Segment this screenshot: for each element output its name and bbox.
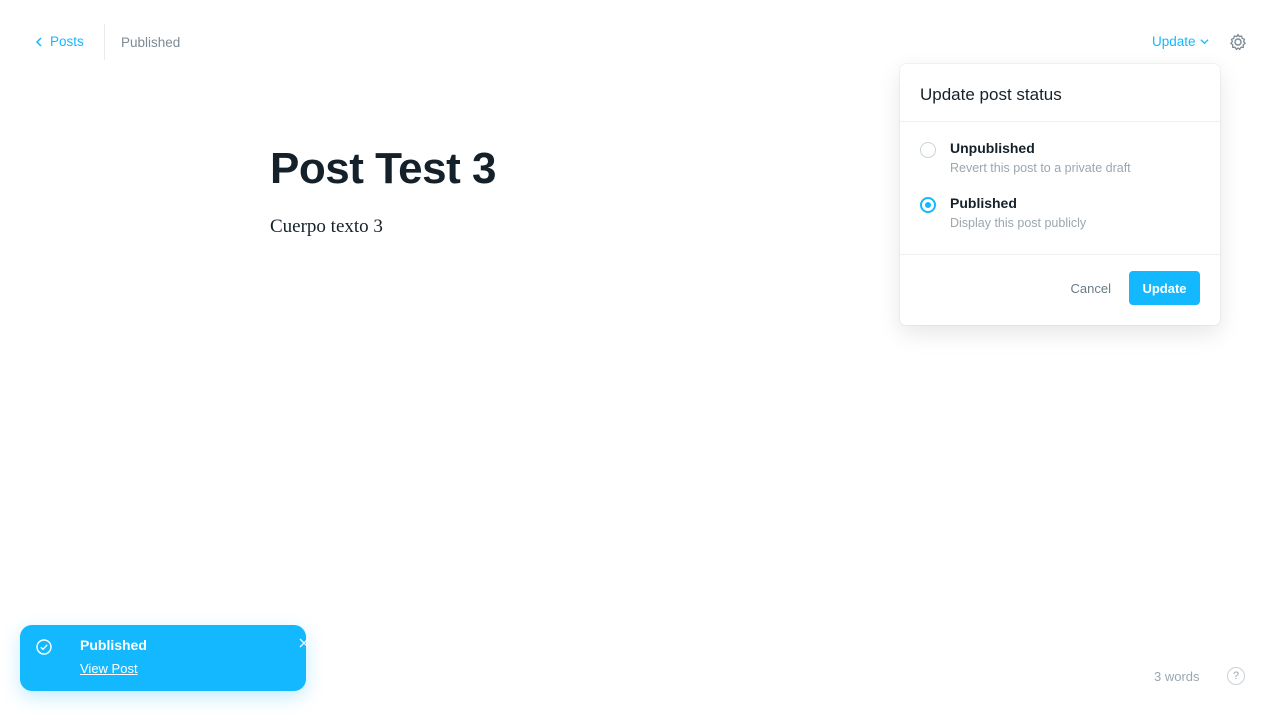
- update-menu-trigger[interactable]: Update: [1152, 34, 1209, 49]
- option-text: Published Display this post publicly: [950, 195, 1086, 230]
- chevron-left-icon: [35, 36, 42, 47]
- popover-footer: Cancel Update: [900, 255, 1220, 305]
- post-title[interactable]: Post Test 3: [270, 140, 850, 198]
- update-status-popover: Update post status Unpublished Revert th…: [900, 64, 1220, 325]
- published-radio[interactable]: [920, 197, 936, 213]
- close-icon[interactable]: [298, 637, 310, 649]
- option-label: Published: [950, 195, 1017, 211]
- check-circle-icon: [36, 639, 52, 655]
- option-label: Unpublished: [950, 140, 1035, 156]
- unpublished-radio[interactable]: [920, 142, 936, 158]
- option-description: Display this post publicly: [950, 216, 1087, 230]
- published-toast: Published View Post: [20, 625, 309, 691]
- cancel-button[interactable]: Cancel: [1071, 281, 1111, 296]
- question-icon: ?: [1232, 670, 1240, 682]
- help-button[interactable]: ?: [1227, 667, 1245, 685]
- post-body[interactable]: Cuerpo texto 3: [270, 216, 850, 238]
- view-post-link[interactable]: View Post: [80, 661, 138, 676]
- gear-icon[interactable]: [1228, 32, 1248, 52]
- option-text: Unpublished Revert this post to a privat…: [950, 140, 1131, 175]
- status-options: Unpublished Revert this post to a privat…: [900, 122, 1220, 255]
- update-button[interactable]: Update: [1129, 271, 1200, 305]
- chevron-down-icon: [1199, 39, 1209, 45]
- header-divider: [104, 24, 105, 60]
- back-to-posts-link[interactable]: Posts: [34, 34, 84, 49]
- option-unpublished[interactable]: Unpublished Revert this post to a privat…: [920, 140, 1200, 175]
- update-trigger-label: Update: [1152, 34, 1196, 49]
- popover-title: Update post status: [900, 64, 1220, 122]
- option-description: Revert this post to a private draft: [950, 161, 1131, 175]
- back-link-label: Posts: [50, 34, 84, 49]
- post-editor: Post Test 3 Cuerpo texto 3: [270, 140, 850, 238]
- toast-title: Published: [80, 637, 147, 653]
- option-published[interactable]: Published Display this post publicly: [920, 195, 1200, 230]
- word-count: 3 words: [1154, 669, 1200, 684]
- post-status-text: Published: [121, 35, 181, 50]
